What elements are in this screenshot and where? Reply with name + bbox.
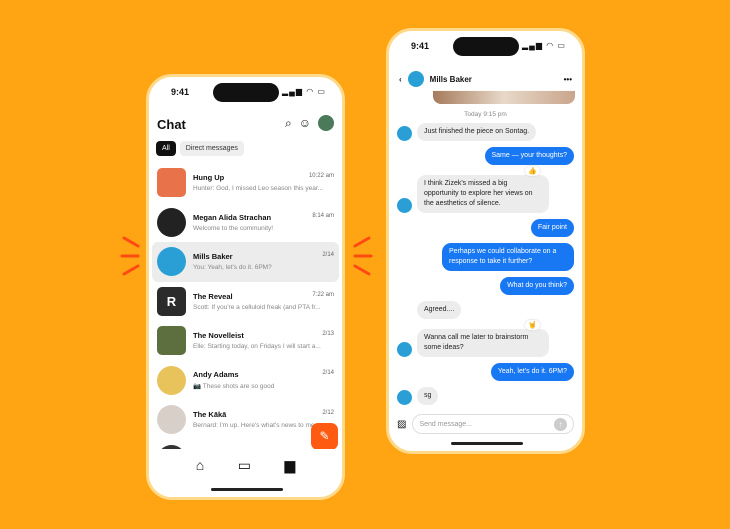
reaction[interactable]: 🤘: [525, 320, 540, 330]
chat-preview: Scott: If you're a celluloid freak (and …: [193, 303, 321, 311]
sender-avatar: [397, 126, 412, 141]
sparkle-lines-right: [353, 236, 373, 276]
chat-icon[interactable]: ▆: [284, 457, 295, 497]
chat-preview: Hunter: God, I missed Leo season this ye…: [193, 185, 324, 193]
message: sg: [397, 387, 574, 405]
chat-time: 2/13: [322, 331, 334, 338]
status-time: 9:41: [171, 87, 190, 97]
chat-time: 2/14: [322, 252, 334, 259]
chat-preview: You: Yeah, let's do it. 6PM?: [193, 264, 272, 272]
message-bubble[interactable]: Perhaps we could collaborate on a respon…: [442, 243, 574, 271]
chat-time: 7:22 am: [312, 291, 334, 298]
sender-avatar: [397, 342, 412, 357]
message: Just finished the piece on Sontag.: [397, 123, 574, 141]
message: Wanna call me later to brainstorm some i…: [397, 320, 574, 357]
chat-preview: Elle: Starting today, on Fridays I will …: [193, 343, 321, 351]
chat-preview: 📷 These shots are so good: [193, 383, 275, 391]
chat-avatar: R: [157, 286, 186, 316]
chat-time: 2/12: [322, 410, 334, 417]
chat-row[interactable]: R The Reveal 7:22 am Scott: If you're a c…: [152, 282, 339, 322]
chat-avatar: [157, 405, 186, 435]
chat-avatar: [157, 168, 186, 198]
back-icon[interactable]: ‹: [399, 75, 402, 84]
send-icon[interactable]: ↑: [554, 417, 567, 431]
avatar[interactable]: [318, 115, 334, 131]
home-indicator: [451, 442, 523, 445]
message-bubble[interactable]: Wanna call me later to brainstorm some i…: [417, 329, 549, 357]
contact-avatar[interactable]: [407, 71, 424, 87]
chat-name: Hung Up: [193, 173, 225, 183]
inbox-icon[interactable]: ▭: [238, 457, 251, 497]
message-bubble[interactable]: Fair point: [530, 219, 574, 237]
chat-name: Andy Adams: [193, 370, 239, 380]
message-input[interactable]: Send message... ↑: [412, 414, 574, 434]
chat-list-phone: 9:41 ▂▄▆ ◠ ▭ Chat ⌕ ☺ All Direct message…: [146, 74, 345, 500]
chat-name: Mills Baker: [193, 252, 233, 262]
status-icons: ▂▄▆ ◠ ▭: [522, 41, 566, 50]
chat-row[interactable]: Hung Up 10:22 am Hunter: God, I missed Le…: [152, 163, 339, 203]
search-icon[interactable]: ⌕: [285, 116, 292, 131]
message: Yeah, let's do it. 6PM?: [397, 363, 574, 381]
chat-row[interactable]: Andy Adams 2/14 📷 These shots are so good: [152, 361, 339, 401]
status-icons: ▂▄▆ ◠ ▭: [282, 87, 326, 96]
chat-preview: Welcome to the community!: [193, 224, 274, 232]
message-bubble[interactable]: I think Zizek's missed a big opportunity…: [417, 175, 549, 213]
status-time: 9:41: [411, 41, 430, 51]
chat-time: 8:14 am: [312, 212, 334, 219]
sender-avatar: [397, 390, 412, 405]
page-title: Chat: [157, 117, 186, 132]
message-placeholder: Send message...: [419, 420, 472, 428]
chat-avatar: [157, 247, 186, 277]
message: Same — your thoughts?: [397, 147, 574, 165]
chat-row[interactable]: Mills Baker 2/14 You: Yeah, let's do it. …: [152, 242, 339, 282]
chat-row[interactable]: Megan Alida Strachan 8:14 am Welcome to t…: [152, 203, 339, 243]
chat-name: The Reveal: [193, 291, 233, 301]
contact-name[interactable]: Mills Baker: [430, 75, 558, 84]
dynamic-island: [453, 37, 519, 56]
sender-avatar: [397, 198, 412, 213]
chat-time: 10:22 am: [308, 173, 334, 180]
compose-button[interactable]: ✎: [311, 423, 338, 450]
shared-image[interactable]: [433, 90, 575, 104]
message-bubble[interactable]: Same — your thoughts?: [484, 147, 574, 165]
message-bubble[interactable]: Just finished the piece on Sontag.: [417, 123, 537, 141]
message-bubble[interactable]: Agreed....: [417, 301, 462, 319]
message-bubble[interactable]: Yeah, let's do it. 6PM?: [490, 363, 574, 381]
dynamic-island: [213, 83, 279, 102]
chat-avatar: [157, 207, 186, 237]
message: Agreed....: [397, 301, 574, 319]
chat-name: The Kākā: [193, 410, 227, 420]
message-bubble[interactable]: What do you think?: [500, 277, 574, 295]
message: Fair point: [397, 219, 574, 237]
conversation-phone: 9:41 ▂▄▆ ◠ ▭ ‹ Mills Baker ••• Today 9:1…: [386, 28, 585, 454]
chat-avatar: [157, 326, 186, 356]
filter-direct-messages[interactable]: Direct messages: [179, 141, 244, 156]
chat-row[interactable]: The Novelleist 2/13 Elle: Starting today,…: [152, 321, 339, 361]
sparkle-lines-left: [120, 236, 140, 276]
timestamp: Today 9:15 pm: [464, 111, 507, 118]
message: What do you think?: [397, 277, 574, 295]
message: Perhaps we could collaborate on a respon…: [397, 243, 574, 271]
filter-all[interactable]: All: [156, 141, 176, 156]
message: I think Zizek's missed a big opportunity…: [397, 166, 574, 213]
chat-name: The Novelleist: [193, 331, 244, 341]
home-indicator: [211, 488, 283, 491]
chat-avatar: [157, 365, 186, 395]
home-icon[interactable]: ⌂: [196, 457, 204, 497]
chat-time: 2/14: [322, 370, 334, 377]
image-icon[interactable]: ▨: [397, 419, 406, 430]
message-bubble[interactable]: sg: [417, 387, 439, 405]
chat-name: Megan Alida Strachan: [193, 212, 272, 222]
more-icon[interactable]: •••: [564, 75, 572, 84]
new-chat-icon[interactable]: ☺: [299, 116, 311, 130]
reaction[interactable]: 👍: [525, 166, 540, 176]
